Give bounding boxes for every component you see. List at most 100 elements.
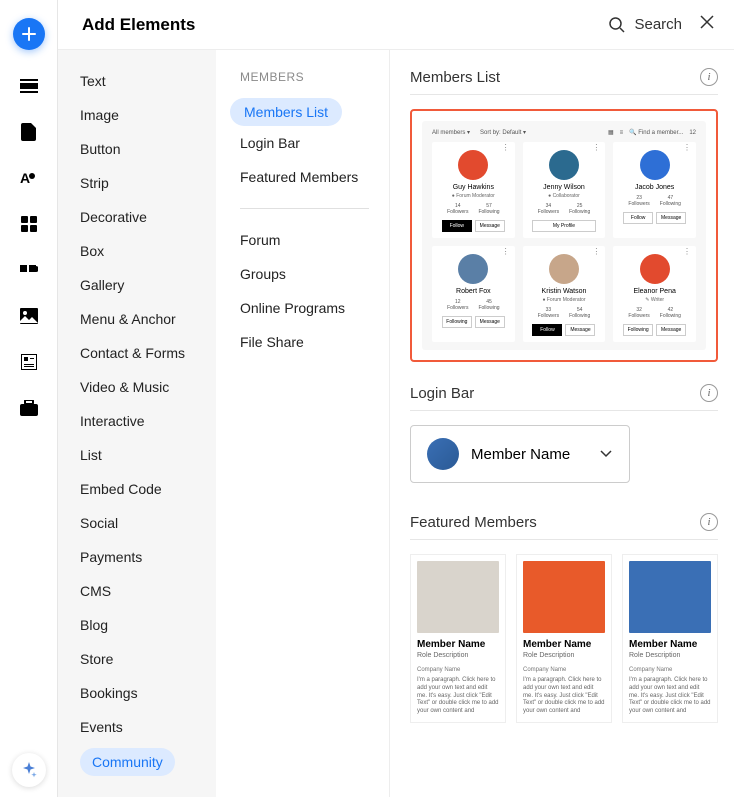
sub-heading: MEMBERS	[240, 70, 389, 84]
member-role: ✎ Writer	[619, 297, 690, 303]
featured-image	[417, 561, 499, 633]
more-icon: ⋮	[592, 146, 600, 150]
section-icon[interactable]	[19, 76, 39, 96]
section-title-members-list: Members List	[410, 69, 500, 86]
category-item-video-music[interactable]: Video & Music	[58, 370, 216, 404]
list-view-icon: ≡	[620, 130, 624, 136]
info-icon[interactable]: i	[700, 384, 718, 402]
featured-image	[629, 561, 711, 633]
avatar	[427, 438, 459, 470]
info-icon[interactable]: i	[700, 68, 718, 86]
category-item-blog[interactable]: Blog	[58, 608, 216, 642]
find-input: 🔍 Find a member...	[629, 129, 683, 136]
sub-item-online-programs[interactable]: Online Programs	[240, 291, 389, 325]
avatar	[549, 254, 579, 284]
sub-item-groups[interactable]: Groups	[240, 257, 389, 291]
featured-name: Member Name	[417, 639, 499, 650]
member-role: ● Forum Moderator	[438, 193, 509, 199]
more-icon: ⋮	[502, 250, 510, 254]
category-item-decorative[interactable]: Decorative	[58, 200, 216, 234]
sub-item-members-list[interactable]: Members List	[230, 98, 342, 126]
plus-icon	[21, 26, 37, 42]
section-rule	[410, 94, 718, 95]
message-button: Message	[656, 212, 686, 224]
category-item-cms[interactable]: CMS	[58, 574, 216, 608]
ai-spark-button[interactable]	[12, 753, 46, 787]
business-icon[interactable]	[19, 398, 39, 418]
category-item-text[interactable]: Text	[58, 64, 216, 98]
sub-item-forum[interactable]: Forum	[240, 223, 389, 257]
search-button[interactable]: Search	[608, 16, 682, 34]
featured-company: Company Name	[629, 667, 711, 673]
members-list-preview[interactable]: All members ▾ Sort by: Default ▾ ▦ ≡ 🔍 F…	[410, 109, 718, 362]
member-name: Kristin Watson	[529, 288, 600, 295]
sub-divider	[240, 208, 369, 209]
featured-card: Member Name Role Description Company Nam…	[622, 554, 718, 723]
addon-icon[interactable]	[19, 260, 39, 280]
panel-header: Add Elements Search	[58, 0, 734, 50]
category-item-events[interactable]: Events	[58, 710, 216, 744]
icon-rail: A	[0, 0, 58, 797]
avatar	[458, 150, 488, 180]
follow-button: Following	[442, 316, 472, 328]
category-item-store[interactable]: Store	[58, 642, 216, 676]
members-toolbar: All members ▾ Sort by: Default ▾ ▦ ≡ 🔍 F…	[432, 129, 696, 136]
panel: Add Elements Search TextImageButtonStrip…	[58, 0, 734, 797]
sub-item-login-bar[interactable]: Login Bar	[240, 126, 389, 160]
featured-role: Role Description	[629, 652, 711, 659]
more-icon: ⋮	[502, 146, 510, 150]
featured-role: Role Description	[523, 652, 605, 659]
member-card: ⋮ Eleanor Pena ✎ Writer 32Followers 42Fo…	[613, 246, 696, 342]
category-item-box[interactable]: Box	[58, 234, 216, 268]
featured-role: Role Description	[417, 652, 499, 659]
member-name: Robert Fox	[438, 288, 509, 295]
close-button[interactable]	[700, 15, 714, 34]
add-button[interactable]	[13, 18, 45, 50]
grid-view-icon: ▦	[608, 129, 614, 136]
category-item-menu-anchor[interactable]: Menu & Anchor	[58, 302, 216, 336]
category-item-strip[interactable]: Strip	[58, 166, 216, 200]
sparkle-icon	[20, 761, 38, 779]
follow-button: Follow	[532, 324, 562, 336]
category-item-payments[interactable]: Payments	[58, 540, 216, 574]
sub-item-featured-members[interactable]: Featured Members	[240, 160, 389, 194]
member-name: Jacob Jones	[619, 184, 690, 191]
featured-card: Member Name Role Description Company Nam…	[410, 554, 506, 723]
category-item-bookings[interactable]: Bookings	[58, 676, 216, 710]
category-item-gallery[interactable]: Gallery	[58, 268, 216, 302]
section-title-login-bar: Login Bar	[410, 385, 474, 402]
more-icon: ⋮	[683, 250, 691, 254]
category-item-embed-code[interactable]: Embed Code	[58, 472, 216, 506]
message-button: Message	[656, 324, 686, 336]
category-item-button[interactable]: Button	[58, 132, 216, 166]
message-button: Message	[475, 220, 505, 232]
section-rule	[410, 410, 718, 411]
more-icon: ⋮	[683, 146, 691, 150]
section-title-featured: Featured Members	[410, 514, 537, 531]
category-item-list[interactable]: List	[58, 438, 216, 472]
close-icon	[700, 15, 714, 29]
featured-members-preview[interactable]: Member Name Role Description Company Nam…	[410, 554, 718, 723]
category-item-contact-forms[interactable]: Contact & Forms	[58, 336, 216, 370]
apps-icon[interactable]	[19, 214, 39, 234]
preview-column: Members List i All members ▾ Sort by: De…	[390, 50, 734, 797]
page-icon[interactable]	[19, 122, 39, 142]
avatar	[458, 254, 488, 284]
login-bar-preview[interactable]: Member Name	[410, 425, 630, 483]
category-item-image[interactable]: Image	[58, 98, 216, 132]
member-name: Eleanor Pena	[619, 288, 690, 295]
category-item-community[interactable]: Community	[80, 748, 175, 776]
avatar	[549, 150, 579, 180]
follow-button: Follow	[623, 212, 653, 224]
featured-card: Member Name Role Description Company Nam…	[516, 554, 612, 723]
content-icon[interactable]	[19, 352, 39, 372]
design-icon[interactable]: A	[19, 168, 39, 188]
media-icon[interactable]	[19, 306, 39, 326]
sub-item-file-share[interactable]: File Share	[240, 325, 389, 359]
panel-title: Add Elements	[82, 15, 195, 35]
category-item-interactive[interactable]: Interactive	[58, 404, 216, 438]
member-count: 12	[689, 130, 696, 136]
category-item-social[interactable]: Social	[58, 506, 216, 540]
login-member-name: Member Name	[471, 446, 587, 463]
info-icon[interactable]: i	[700, 513, 718, 531]
